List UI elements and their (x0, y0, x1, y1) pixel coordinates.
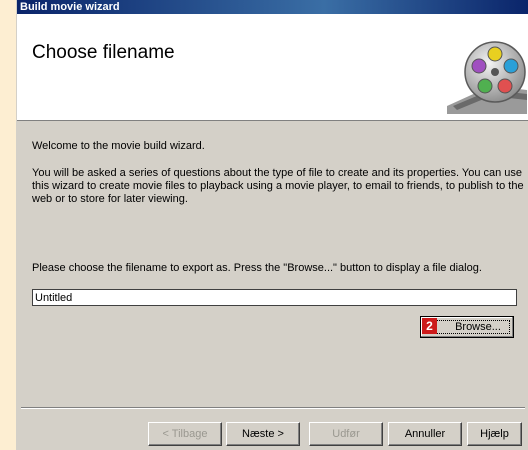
back-label: < Tilbage (162, 428, 208, 440)
wizard-dialog: Build movie wizard Choose filename Welco… (16, 0, 528, 450)
back-button[interactable]: < Tilbage (148, 422, 222, 446)
background-panel (0, 0, 16, 450)
footer-separator (21, 407, 525, 409)
help-button[interactable]: Hjælp (467, 422, 522, 446)
next-label: Næste > (242, 428, 284, 440)
window-titlebar[interactable]: Build movie wizard (17, 0, 528, 14)
welcome-text: Welcome to the movie build wizard. (32, 140, 205, 152)
filename-prompt: Please choose the filename to export as.… (32, 262, 482, 274)
wizard-header: Choose filename (17, 14, 528, 121)
help-label: Hjælp (480, 428, 509, 440)
cancel-label: Annuller (404, 428, 446, 440)
next-button[interactable]: Næste > (226, 422, 300, 446)
cancel-button[interactable]: Annuller (388, 422, 462, 446)
finish-button[interactable]: Udfør (309, 422, 383, 446)
finish-label: Udfør (332, 428, 360, 440)
filename-input[interactable] (32, 289, 517, 306)
description-text: You will be asked a series of questions … (32, 167, 524, 205)
step-badge: 2 (422, 318, 437, 334)
film-reel-icon (447, 41, 527, 114)
page-title: Choose filename (32, 42, 175, 63)
